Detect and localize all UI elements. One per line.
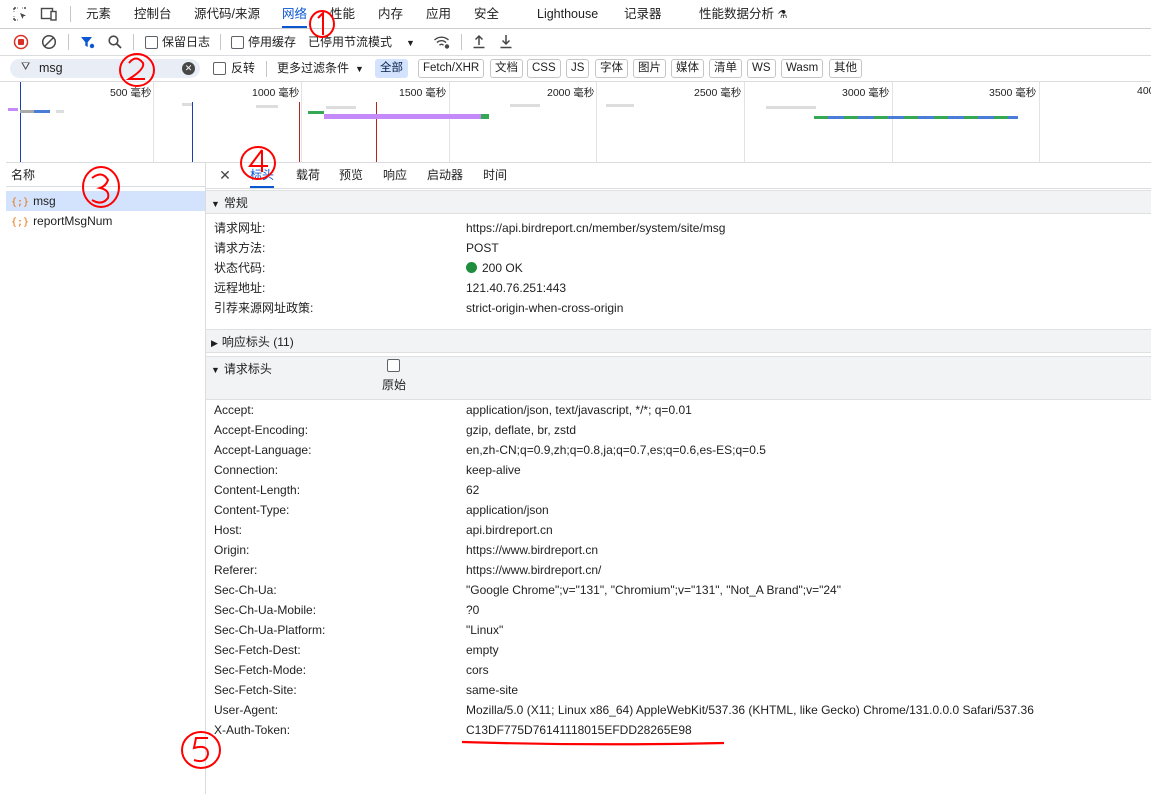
annotation-digit-3 — [91, 173, 110, 204]
token-underline — [461, 740, 725, 746]
annotation-digit-5 — [192, 737, 210, 763]
annotation-digit-1 — [317, 10, 324, 35]
annotation-digit-2 — [125, 57, 145, 80]
annotation-circle-4 — [240, 146, 276, 180]
annotation-digit-4 — [248, 149, 268, 172]
annotation-overlay — [82, 10, 725, 769]
